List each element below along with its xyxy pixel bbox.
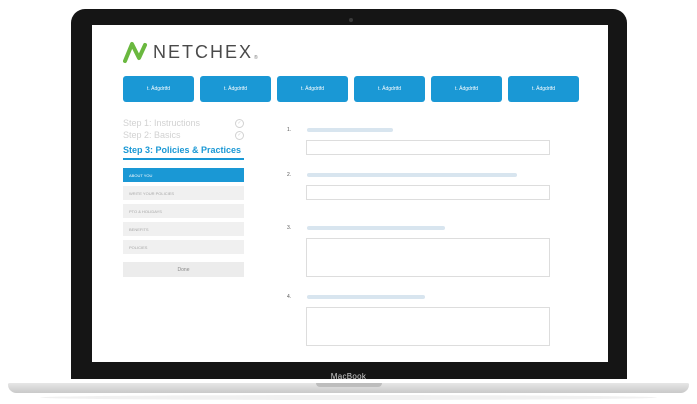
netchex-logo-icon [123,42,147,63]
camera-icon [349,18,353,22]
screen: NETCHEX ® t. Ädgdrtfd t. Ädgdrtfd t. Ädg… [92,25,608,362]
menu-item-write-policies[interactable]: WRITE YOUR POLICIES [123,186,244,200]
brand-registered-mark: ® [254,54,258,61]
step-complete-icon: ✓ [235,130,244,140]
question-label [307,173,517,177]
answer-input[interactable] [306,185,550,200]
laptop-base-notch [316,383,382,387]
step-1-row[interactable]: Step 1: Instructions ✓ [123,117,244,129]
nav-button-4[interactable]: t. Ädgdrtfd [354,76,425,102]
question-number: 2. [287,172,292,178]
step-progress: Step 1: Instructions ✓ Step 2: Basics ✓ … [123,117,244,160]
done-button[interactable]: Done [123,262,244,277]
nav-button-2[interactable]: t. Ädgdrtfd [200,76,271,102]
question-number: 4. [287,294,292,300]
answer-input[interactable] [306,140,550,155]
nav-button-3[interactable]: t. Ädgdrtfd [277,76,348,102]
nav-button-5[interactable]: t. Ädgdrtfd [431,76,502,102]
menu-item-benefits[interactable]: BENEFITS [123,222,244,236]
menu-item-about-you[interactable]: ABOUT YOU [123,168,244,182]
brand-name: NETCHEX [153,42,254,62]
menu-item-pto-holidays[interactable]: PTO & HOLIDAYS [123,204,244,218]
nav-button-1[interactable]: t. Ädgdrtfd [123,76,194,102]
question-number: 3. [287,225,292,231]
step-2-row[interactable]: Step 2: Basics ✓ [123,129,244,141]
section-menu: ABOUT YOU WRITE YOUR POLICIES PTO & HOLI… [123,168,244,277]
brand-logo: NETCHEX ® [123,41,258,64]
device-label: MacBook [330,372,367,381]
question-label [307,226,445,230]
step-complete-icon: ✓ [235,118,244,128]
top-navigation: t. Ädgdrtfd t. Ädgdrtfd t. Ädgdrtfd t. Ä… [123,76,579,102]
answer-textarea[interactable] [306,238,550,277]
nav-button-6[interactable]: t. Ädgdrtfd [508,76,579,102]
step-1-label: Step 1: Instructions [123,118,201,128]
answer-textarea[interactable] [306,307,550,346]
question-number: 1. [287,127,292,133]
current-step-title: Step 3: Policies & Practices [123,145,244,160]
question-label [307,128,393,132]
step-2-label: Step 2: Basics [123,130,181,140]
menu-item-policies[interactable]: POLICIES [123,240,244,254]
question-label [307,295,425,299]
laptop-shadow [40,395,657,400]
